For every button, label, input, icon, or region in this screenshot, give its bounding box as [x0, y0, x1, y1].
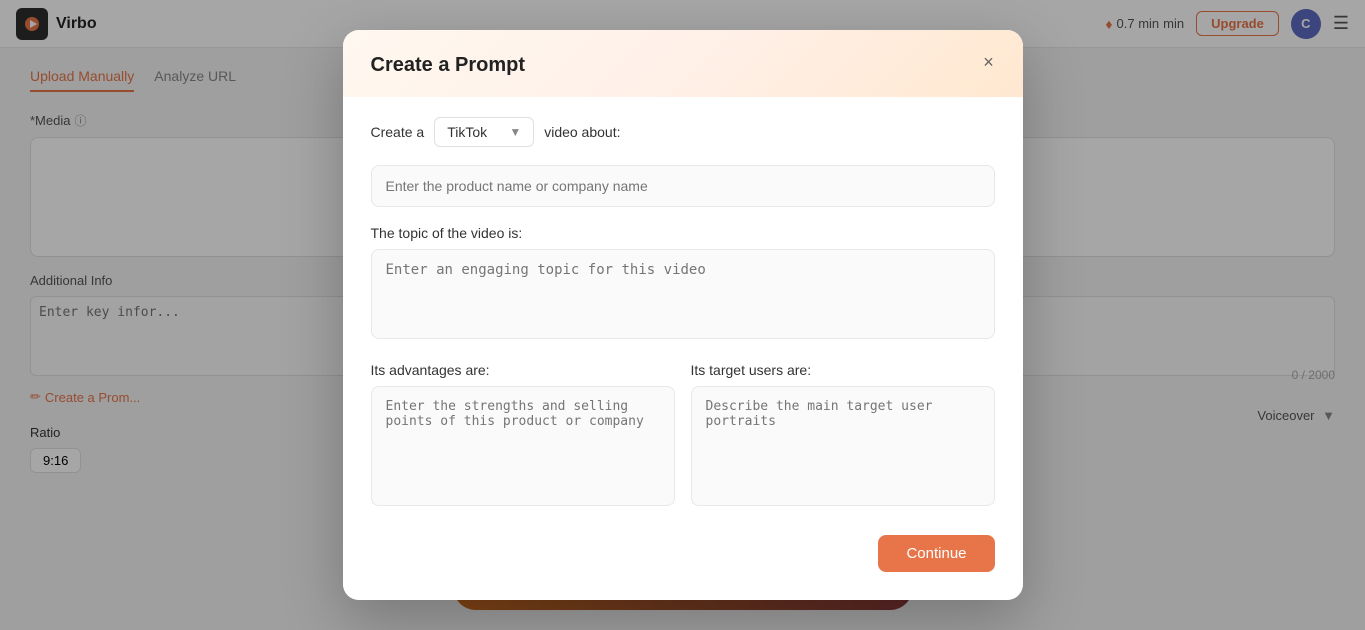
create-prefix-label: Create a	[371, 124, 425, 140]
advantages-section: Its advantages are:	[371, 362, 675, 511]
continue-button[interactable]: Continue	[878, 535, 994, 572]
chevron-down-icon: ▼	[509, 125, 521, 139]
two-col-section: Its advantages are: Its target users are…	[371, 362, 995, 511]
create-prompt-modal: Create a Prompt × Create a TikTok ▼ vide…	[343, 30, 1023, 600]
advantages-textarea[interactable]	[371, 386, 675, 506]
topic-section-label: The topic of the video is:	[371, 225, 995, 241]
target-users-textarea[interactable]	[691, 386, 995, 506]
platform-select[interactable]: TikTok ▼	[434, 117, 534, 147]
modal-header: Create a Prompt ×	[343, 30, 1023, 97]
advantages-label: Its advantages are:	[371, 362, 675, 378]
modal-body: Create a TikTok ▼ video about: The topic…	[343, 97, 1023, 600]
video-about-label: video about:	[544, 124, 620, 140]
topic-textarea[interactable]	[371, 249, 995, 339]
create-row: Create a TikTok ▼ video about:	[371, 117, 995, 147]
target-users-label: Its target users are:	[691, 362, 995, 378]
modal-close-button[interactable]: ×	[975, 48, 1003, 76]
modal-title: Create a Prompt	[371, 54, 995, 77]
platform-value: TikTok	[447, 124, 487, 140]
target-users-section: Its target users are:	[691, 362, 995, 511]
product-name-input[interactable]	[371, 165, 995, 207]
